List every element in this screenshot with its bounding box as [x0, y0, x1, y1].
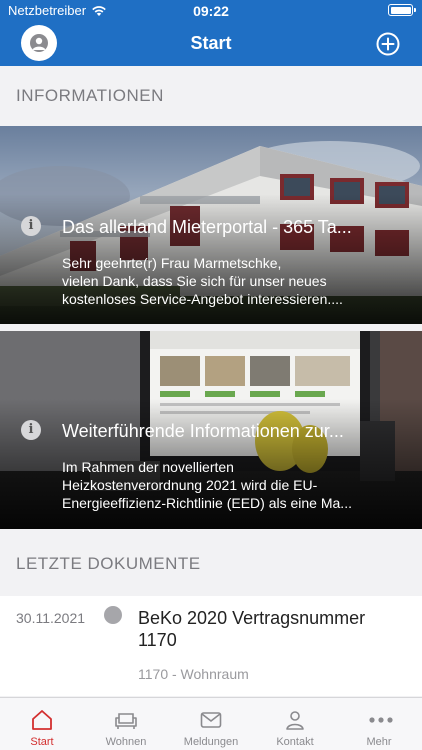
tab-label: Kontakt [276, 736, 314, 748]
tab-meldungen[interactable]: Meldungen [169, 698, 253, 750]
card-body-line: Im Rahmen der novellierten [62, 459, 234, 475]
card-body: Im Rahmen der novellierten Heizkostenver… [62, 458, 406, 512]
navigation-bar: Start [0, 22, 422, 66]
section-title: INFORMATIONEN [16, 86, 164, 105]
card-title: Das allerland Mieterportal - 365 Ta... [62, 217, 352, 237]
tab-mehr[interactable]: Mehr [337, 698, 421, 750]
info-icon: i [21, 420, 41, 440]
info-card[interactable]: i Das allerland Mieterportal - 365 Ta...… [0, 126, 422, 324]
page-title: Start [190, 33, 232, 53]
card-body-line: Sehr geehrte(r) Frau Marmetschke, [62, 255, 282, 271]
person-icon [286, 711, 304, 730]
tab-bar: Start Wohnen Meldungen Kontakt Mehr [0, 697, 422, 750]
home-icon [32, 710, 52, 730]
document-title: BeKo 2020 Vertragsnummer 1170 [138, 608, 366, 650]
status-time: 09:22 [193, 3, 229, 19]
info-card[interactable]: i Weiterführende Informationen zur... Im… [0, 331, 422, 529]
more-dots-icon [369, 717, 393, 723]
card-body-line: Heizkostenverordnung 2021 wird die EU- [62, 477, 318, 493]
envelope-icon [200, 712, 222, 728]
sofa-icon [115, 713, 137, 729]
section-header-letzte-dokumente: LETZTE DOKUMENTE [0, 534, 422, 594]
battery-icon [388, 4, 416, 16]
card-body-line: Energieeffizienz-Richtlinie (EED) als ei… [62, 495, 352, 511]
card-body-line: vielen Dank, dass Sie sich für unser neu… [62, 273, 327, 289]
tab-label: Start [30, 736, 54, 748]
document-status-dot [104, 606, 122, 624]
info-icon: i [21, 216, 41, 236]
section-header-informationen: INFORMATIONEN [0, 66, 422, 126]
tab-label: Wohnen [105, 736, 147, 748]
tab-kontakt[interactable]: Kontakt [253, 698, 337, 750]
card-body-line: kostenloses Service-Angebot interessiere… [62, 291, 343, 307]
document-date: 30.11.2021 [16, 610, 86, 626]
card-title: Weiterführende Informationen zur... [62, 421, 344, 441]
tab-wohnen[interactable]: Wohnen [84, 698, 168, 750]
section-title: LETZTE DOKUMENTE [16, 554, 201, 573]
document-subtitle: 1170 - Wohnraum [138, 666, 249, 682]
app-header: Netzbetreiber 09:22 Start [0, 0, 422, 66]
status-bar: Netzbetreiber 09:22 [0, 0, 422, 22]
tab-label: Mehr [366, 736, 392, 748]
tab-start[interactable]: Start [0, 698, 84, 750]
plus-circle-icon[interactable] [376, 32, 400, 56]
card-body: Sehr geehrte(r) Frau Marmetschke, vielen… [62, 254, 406, 308]
document-list-item[interactable]: 30.11.2021 BeKo 2020 Vertragsnummer 1170… [0, 596, 422, 696]
tab-label: Meldungen [183, 736, 239, 748]
